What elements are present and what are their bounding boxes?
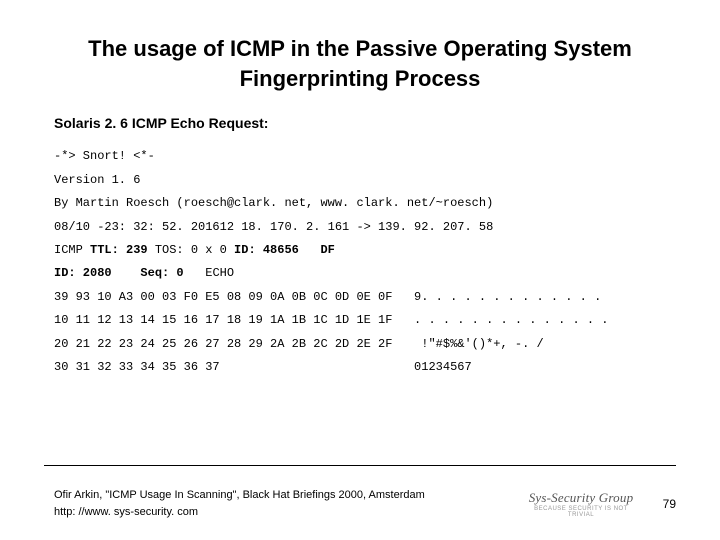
packet-dump: -*> Snort! <*- Version 1. 6 By Martin Ro… [54, 145, 676, 379]
logo-tagline: BECAUSE SECURITY IS NOT TRIVIAL [526, 506, 636, 518]
page-number: 79 [646, 497, 676, 511]
hexdump-row: 10 11 12 13 14 15 16 17 18 19 1A 1B 1C 1… [54, 313, 609, 327]
slide-subhead: Solaris 2. 6 ICMP Echo Request: [54, 115, 676, 131]
echo-seq: Seq: 0 [140, 266, 183, 280]
line-icmp-summary: ICMP TTL: 239 TOS: 0 x 0 ID: 48656 DF [54, 243, 335, 257]
line-version: Version 1. 6 [54, 173, 140, 187]
footer-reference: Ofir Arkin, "ICMP Usage In Scanning", Bl… [54, 487, 516, 520]
hexdump-row: 39 93 10 A3 00 03 F0 E5 08 09 0A 0B 0C 0… [54, 290, 601, 304]
df-flag: DF [320, 243, 334, 257]
footer-divider [44, 465, 676, 466]
ttl-field: TTL: 239 [90, 243, 148, 257]
footer-citation: Ofir Arkin, "ICMP Usage In Scanning", Bl… [54, 487, 516, 504]
id-field: ID: 48656 [234, 243, 299, 257]
hexdump-row: 30 31 32 33 34 35 36 37 01234567 [54, 360, 472, 374]
line-snort: -*> Snort! <*- [54, 149, 155, 163]
footer-logo: Sys-Security Group BECAUSE SECURITY IS N… [526, 490, 636, 518]
line-addresses: 08/10 -23: 32: 52. 201612 18. 170. 2. 16… [54, 220, 493, 234]
line-echo-id: ID: 2080 Seq: 0 ECHO [54, 266, 234, 280]
echo-id: ID: 2080 [54, 266, 112, 280]
hexdump-row: 20 21 22 23 24 25 26 27 28 29 2A 2B 2C 2… [54, 337, 544, 351]
logo-brand: Sys-Security Group [526, 490, 636, 506]
line-author: By Martin Roesch (roesch@clark. net, www… [54, 196, 493, 210]
slide-footer: Ofir Arkin, "ICMP Usage In Scanning", Bl… [54, 487, 676, 520]
footer-url: http: //www. sys-security. com [54, 504, 516, 521]
slide-title: The usage of ICMP in the Passive Operati… [44, 34, 676, 93]
